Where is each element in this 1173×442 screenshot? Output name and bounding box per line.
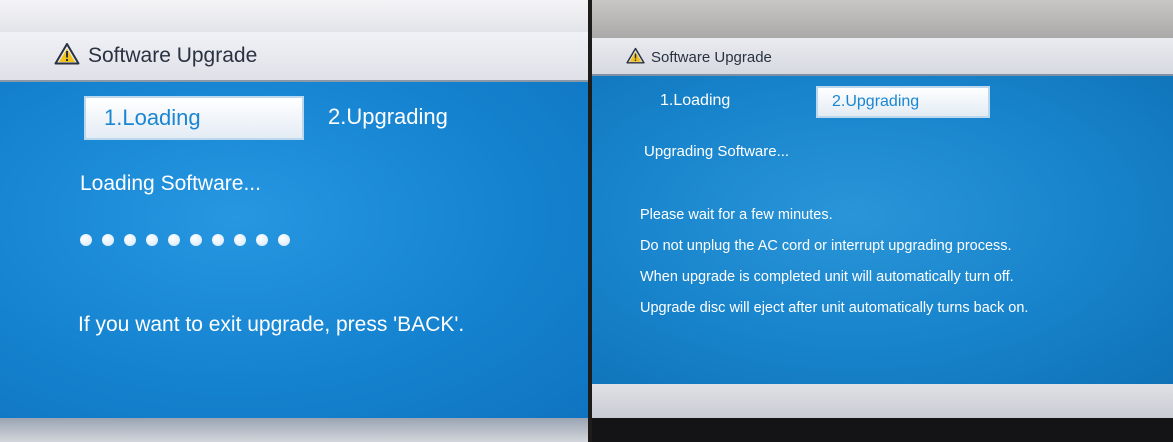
message-list: Please wait for a few minutes. Do not un…	[640, 206, 1028, 317]
step-label: 2.Upgrading	[832, 93, 920, 110]
progress-dots	[80, 234, 290, 246]
step-label: 1.Loading	[104, 105, 201, 130]
message-line: Please wait for a few minutes.	[640, 207, 833, 223]
progress-dot	[212, 234, 224, 246]
progress-dot	[234, 234, 246, 246]
bottom-bezel	[0, 418, 588, 442]
progress-dot	[146, 234, 158, 246]
progress-dot	[278, 234, 290, 246]
progress-dot	[80, 234, 92, 246]
message-line: When upgrade is completed unit will auto…	[640, 269, 1014, 285]
footer-bar	[592, 384, 1173, 418]
warning-triangle-icon	[626, 47, 645, 68]
progress-dot	[256, 234, 268, 246]
page-title: Software Upgrade	[88, 43, 258, 67]
step-tab-loading: 1.Loading	[660, 92, 731, 109]
message-line: Do not unplug the AC cord or interrupt u…	[640, 238, 1012, 254]
step-tab-upgrading: 2.Upgrading	[328, 104, 448, 129]
warning-triangle-icon	[54, 42, 80, 69]
left-screen-photo: Software Upgrade 1.Loading 2.Upgrading L…	[0, 0, 588, 442]
page-title-group: Software Upgrade	[54, 42, 257, 69]
step-tab-loading: 1.Loading	[84, 96, 304, 140]
top-bezel-glare	[592, 0, 1173, 42]
progress-dot	[190, 234, 202, 246]
right-screen-photo: Software Upgrade 1.Loading 2.Upgrading U…	[592, 0, 1173, 442]
step-tab-upgrading: 2.Upgrading	[816, 86, 990, 118]
status-text: Upgrading Software...	[644, 143, 790, 160]
message-line: Upgrade disc will eject after unit autom…	[640, 300, 1029, 316]
progress-dot	[102, 234, 114, 246]
status-text: Loading Software...	[80, 172, 261, 195]
progress-dot	[168, 234, 180, 246]
page-title-group: Software Upgrade	[626, 47, 772, 68]
page-title: Software Upgrade	[651, 49, 772, 66]
exit-hint: If you want to exit upgrade, press 'BACK…	[78, 313, 465, 336]
progress-dot	[124, 234, 136, 246]
top-bezel-glare	[0, 0, 588, 32]
